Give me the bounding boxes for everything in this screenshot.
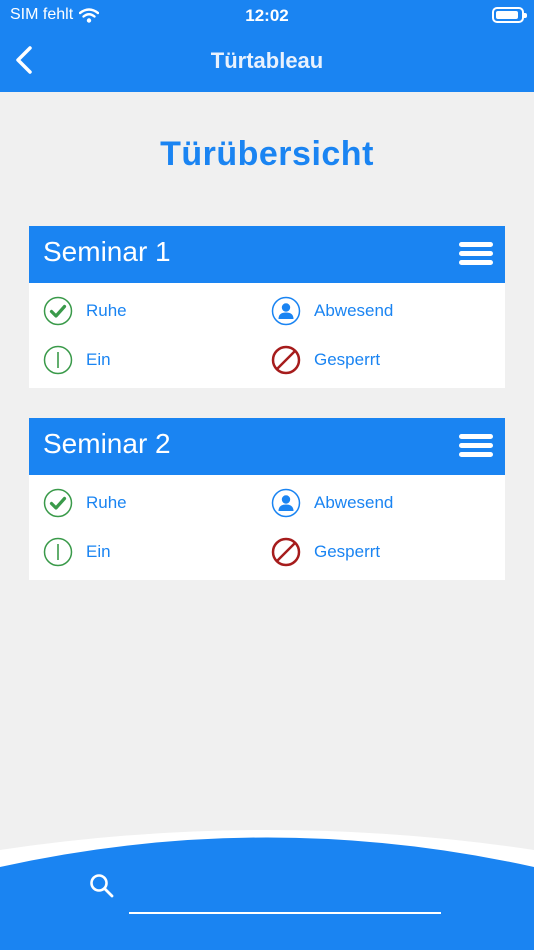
status-locked-label: Gesperrt — [314, 350, 381, 369]
status-on[interactable]: Ein — [43, 537, 111, 567]
status-locked[interactable]: Gesperrt — [271, 537, 380, 567]
card-header: Seminar 1 — [29, 226, 505, 283]
user-circle-icon — [271, 296, 301, 326]
card-status-grid: Ruhe Abwesend Ein Gesperrt — [29, 475, 505, 580]
status-locked[interactable]: Gesperrt — [271, 345, 380, 375]
blocked-circle-icon — [271, 345, 301, 375]
nav-title: Türtableau — [210, 48, 324, 73]
page-title: Türübersicht — [160, 135, 374, 173]
user-circle-icon — [271, 488, 301, 518]
status-bar: SIM fehlt 12:02 — [0, 0, 534, 30]
search-input[interactable] — [129, 880, 441, 910]
check-circle-icon — [43, 296, 73, 326]
status-absent-label: Abwesend — [314, 493, 394, 512]
status-absent[interactable]: Abwesend — [271, 296, 393, 326]
nav-bar: Türtableau — [0, 36, 534, 86]
door-card-seminar-1: Seminar 1 Ruhe Abwesend Ein Gesperrt — [29, 226, 505, 388]
check-circle-icon — [43, 488, 73, 518]
card-status-grid: Ruhe Abwesend Ein Gesperrt — [29, 283, 505, 388]
card-title: Seminar 1 — [43, 236, 171, 267]
card-header: Seminar 2 — [29, 418, 505, 475]
battery-icon — [492, 7, 527, 23]
status-on-label: Ein — [86, 542, 111, 561]
status-locked-label: Gesperrt — [314, 542, 381, 561]
search-underline — [129, 912, 441, 914]
status-on[interactable]: Ein — [43, 345, 111, 375]
status-rest[interactable]: Ruhe — [43, 488, 127, 518]
search-icon[interactable] — [88, 872, 116, 900]
blocked-circle-icon — [271, 537, 301, 567]
door-card-seminar-2: Seminar 2 Ruhe Abwesend Ein Gesperrt — [29, 418, 505, 580]
status-time: 12:02 — [245, 6, 289, 25]
top-bar: SIM fehlt 12:02 Türtableau — [0, 0, 534, 92]
power-circle-icon — [43, 345, 73, 375]
status-rest-label: Ruhe — [86, 493, 127, 512]
status-rest[interactable]: Ruhe — [43, 296, 127, 326]
menu-icon[interactable] — [459, 434, 493, 458]
bottom-search-bar — [0, 820, 534, 950]
menu-icon[interactable] — [459, 242, 493, 266]
status-absent-label: Abwesend — [314, 301, 394, 320]
status-on-label: Ein — [86, 350, 111, 369]
status-rest-label: Ruhe — [86, 301, 127, 320]
card-title: Seminar 2 — [43, 428, 171, 459]
power-circle-icon — [43, 537, 73, 567]
status-absent[interactable]: Abwesend — [271, 488, 393, 518]
